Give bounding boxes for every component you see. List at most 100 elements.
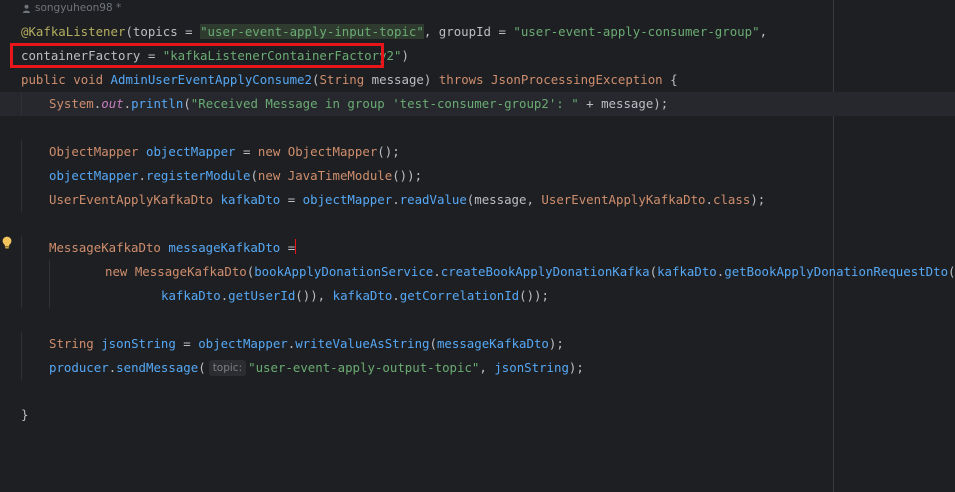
token: ); [568, 360, 584, 375]
code-text: producer.sendMessage(topic: "user-event-a… [49, 356, 584, 380]
token: registerModule [146, 168, 251, 183]
token: MessageKafkaDto [127, 264, 247, 279]
token: producer [49, 360, 109, 375]
token: (), [948, 264, 955, 279]
code-text: public void AdminUserEventApplyConsume2(… [21, 68, 678, 92]
token: MessageKafkaDto [49, 240, 161, 255]
token: topics [132, 24, 178, 39]
token: . [392, 192, 400, 207]
token: new [257, 168, 281, 183]
code-line-13[interactable]: } [0, 403, 955, 427]
token: createBookApplyDonationKafka [440, 264, 650, 279]
code-line-11[interactable]: String jsonString = objectMapper.writeVa… [0, 332, 955, 356]
token: sendMessage [116, 360, 199, 375]
token: message [364, 72, 424, 87]
token: "user-event-apply-output-topic" [248, 360, 480, 375]
code-line-9[interactable]: new MessageKafkaDto (bookApplyDonationSer… [0, 260, 955, 284]
token: ) [423, 72, 439, 87]
token: ()); [392, 168, 423, 183]
token: = [235, 144, 258, 159]
token: , [479, 360, 495, 375]
code-editor[interactable]: songyuheon98 * @KafkaListener(topics = "… [0, 0, 955, 492]
token: ( [183, 96, 191, 111]
code-line-12[interactable]: producer.sendMessage(topic: "user-event-a… [0, 356, 955, 380]
token: . [705, 192, 713, 207]
indent-guide [21, 284, 22, 308]
token: + message); [578, 96, 669, 111]
token: void [73, 72, 104, 87]
token: . [433, 264, 441, 279]
token: . [392, 288, 400, 303]
indent-guide [21, 92, 22, 116]
token: , [759, 24, 768, 39]
code-line-3[interactable]: public void AdminUserEventApplyConsume2(… [0, 68, 955, 92]
code-text: @KafkaListener(topics = "user-event-appl… [21, 20, 767, 44]
code-text: new MessageKafkaDto (bookApplyDonationSer… [105, 260, 955, 284]
token: ()), [295, 288, 333, 303]
token: class [713, 192, 751, 207]
code-text: System.out.println("Received Message in … [49, 92, 668, 116]
token: UserEventApplyKafkaDto [49, 192, 214, 207]
token: ()); [519, 288, 549, 303]
token: getBookApplyDonationRequestDto [724, 264, 949, 279]
token: AdminUserEventApplyConsume2 [110, 72, 312, 87]
token: String [49, 336, 94, 351]
token: = [177, 24, 201, 39]
closing-brace: } [21, 407, 29, 422]
token: ObjectMapper [49, 144, 139, 159]
token: jsonString [93, 336, 176, 351]
token: kafkaDto [657, 264, 717, 279]
token: "user-event-apply-input-topic" [200, 24, 424, 39]
author-hint[interactable]: songyuheon98 * [22, 1, 121, 15]
token: = [491, 24, 514, 39]
token: ); [548, 336, 564, 351]
indent-guide [49, 284, 50, 308]
indent-guide [21, 260, 22, 284]
token: "Received Message in group 'test-consume… [190, 96, 579, 111]
token: writeValueAsString [295, 336, 430, 351]
token: new [105, 264, 128, 279]
lightbulb-icon[interactable] [1, 236, 13, 250]
code-text: UserEventApplyKafkaDto kafkaDto = object… [49, 188, 765, 212]
author-name: songyuheon98 * [35, 2, 122, 14]
indent-guide [21, 236, 22, 260]
code-text: kafkaDto.getUserId()), kafkaDto.getCorre… [161, 284, 549, 308]
code-line-8[interactable]: MessageKafkaDto messageKafkaDto = [0, 236, 955, 260]
token: ( [250, 168, 258, 183]
token: println [131, 96, 184, 111]
code-text: String jsonString = objectMapper.writeVa… [49, 332, 564, 356]
token: kafkaDto [213, 192, 281, 207]
token: . [138, 168, 146, 183]
code-line-6[interactable]: objectMapper.registerModule(new JavaTime… [0, 164, 955, 188]
token: (); [377, 144, 400, 159]
token: . [123, 96, 132, 111]
token: ( [429, 336, 437, 351]
code-line-4[interactable]: System.out.println("Received Message in … [0, 92, 955, 116]
code-line-7[interactable]: UserEventApplyKafkaDto kafkaDto = object… [0, 188, 955, 212]
token: objectMapper [138, 144, 236, 159]
token: getCorrelationId [399, 288, 520, 303]
indent-guide [21, 188, 22, 212]
code-line-5[interactable]: ObjectMapper objectMapper = new ObjectMa… [0, 140, 955, 164]
token: ) [401, 48, 409, 63]
token: = [280, 192, 303, 207]
code-line-10[interactable]: kafkaDto.getUserId()), kafkaDto.getCorre… [0, 284, 955, 308]
parameter-hint-topic: topic: [208, 360, 247, 376]
code-line-1[interactable]: @KafkaListener(topics = "user-event-appl… [0, 20, 955, 44]
token: kafkaDto [161, 288, 221, 303]
token: "user-event-apply-consumer-group" [513, 24, 760, 39]
token: @KafkaListener [21, 24, 126, 39]
token: public [21, 72, 66, 87]
indent-guide [21, 164, 22, 188]
token: UserEventApplyKafkaDto [541, 192, 706, 207]
token: groupId [438, 24, 491, 39]
token: kafkaDto [332, 288, 393, 303]
token: , [423, 24, 439, 39]
token: objectMapper [198, 336, 288, 351]
token: messageKafkaDto [436, 336, 549, 351]
token: readValue [399, 192, 467, 207]
person-icon [22, 4, 31, 13]
token: { [662, 72, 678, 87]
token: out [101, 96, 124, 111]
indent-guide [49, 260, 50, 284]
